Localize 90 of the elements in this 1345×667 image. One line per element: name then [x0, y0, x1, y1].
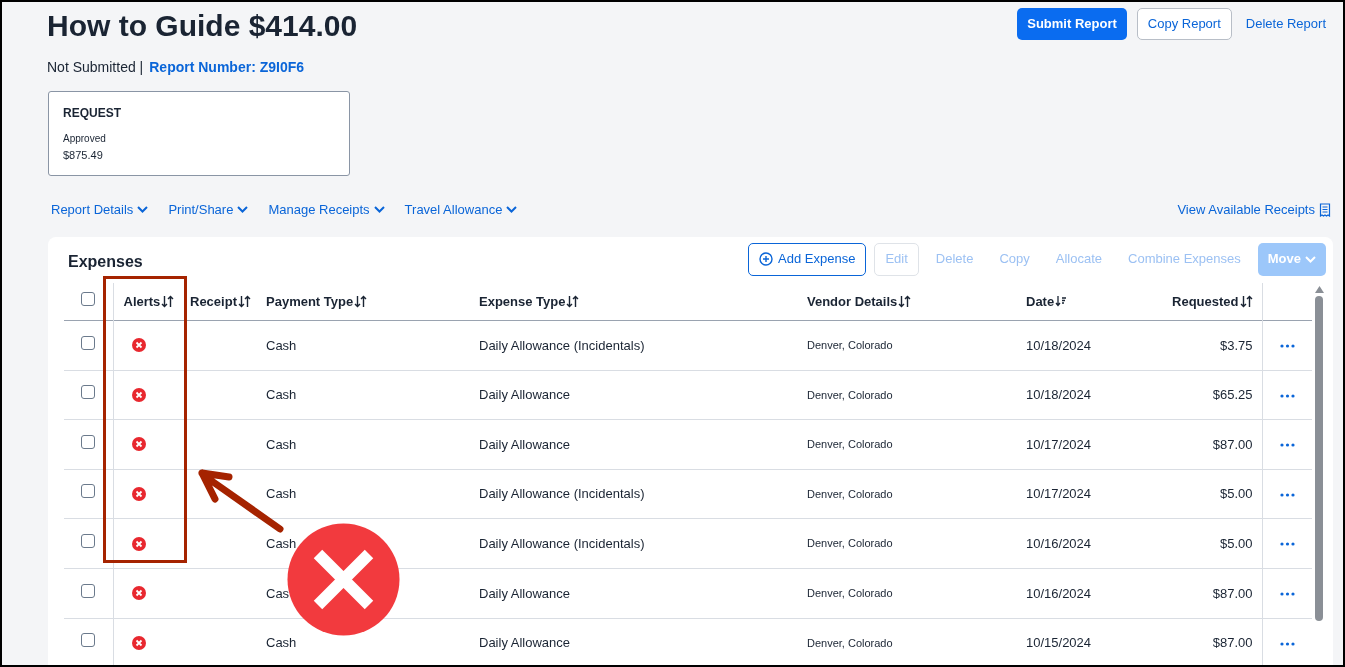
plus-circle-icon: [759, 252, 774, 266]
checkbox[interactable]: [81, 291, 96, 306]
table-cell: Denver, Colorado: [807, 388, 893, 401]
checkbox[interactable]: [81, 434, 96, 449]
table-cell: Daily Allowance (Incidentals): [479, 486, 645, 502]
menu-link[interactable]: Manage Receipts: [268, 200, 385, 220]
request-card[interactable]: REQUEST Approved $875.49: [48, 91, 350, 176]
table-cell: 10/16/2024: [1026, 585, 1092, 601]
checkbox[interactable]: [81, 335, 96, 350]
table-cell: Daily Allowance: [479, 585, 571, 601]
column-header[interactable]: Payment Type: [266, 291, 368, 311]
table-cell: Denver, Colorado: [807, 537, 893, 550]
table-cell: $87.00: [1212, 635, 1253, 651]
table-cell: 10/17/2024: [1026, 436, 1092, 452]
table-cell: $3.75: [1219, 337, 1253, 353]
chevron-down-icon: [1305, 255, 1316, 263]
checkbox[interactable]: [81, 484, 96, 499]
checkbox[interactable]: [81, 533, 96, 548]
sort-descending-icon: [1055, 295, 1068, 308]
table-cell: $87.00: [1212, 436, 1253, 452]
more-icon[interactable]: [1279, 344, 1295, 349]
submit-button[interactable]: Submit Report: [1017, 8, 1127, 40]
table-cell: 10/17/2024: [1026, 486, 1092, 502]
chevron-down-icon: [237, 206, 249, 214]
card-title: REQUEST: [63, 105, 122, 122]
table-cell: Denver, Colorado: [807, 487, 893, 500]
table-cell: Denver, Colorado: [807, 636, 893, 649]
more-icon[interactable]: [1279, 492, 1295, 497]
copy-button[interactable]: Copy Report: [1136, 8, 1232, 40]
sort-icon: [354, 294, 368, 308]
table-cell: Cash: [266, 436, 297, 452]
menu-link[interactable]: Travel Allowance: [404, 200, 518, 220]
table-cell: Cash: [266, 337, 297, 353]
more-icon[interactable]: [1279, 393, 1295, 398]
menu-link[interactable]: Print/Share: [168, 200, 249, 220]
sort-icon: [161, 294, 175, 308]
more-icon[interactable]: [1279, 641, 1295, 646]
table-cell: $5.00: [1219, 535, 1253, 551]
table-cell: 10/15/2024: [1026, 635, 1092, 651]
chevron-down-icon: [373, 206, 385, 214]
table-cell: 10/16/2024: [1026, 535, 1092, 551]
checkbox[interactable]: [81, 633, 96, 648]
more-icon[interactable]: [1279, 542, 1295, 547]
table-cell: Denver, Colorado: [807, 587, 893, 599]
chevron-down-icon: [137, 206, 149, 214]
table-cell: Daily Allowance: [479, 436, 571, 452]
column-header[interactable]: Receipt: [190, 291, 251, 311]
receipt-icon: [1319, 202, 1331, 217]
column-header[interactable]: Vendor Details: [807, 291, 912, 311]
table-cell: Cash: [266, 635, 297, 651]
table-cell: Denver, Colorado: [807, 339, 893, 352]
scroll-up-icon[interactable]: [1314, 285, 1324, 293]
report-status: Not Submitted |: [47, 58, 144, 77]
column-header[interactable]: Requested: [1172, 291, 1253, 311]
sort-icon: [237, 294, 251, 308]
card-amount: $875.49: [63, 148, 104, 163]
table-cell: Daily Allowance: [479, 387, 571, 403]
table-cell: Cash: [266, 387, 297, 403]
sort-icon: [898, 294, 912, 308]
more-icon[interactable]: [1279, 443, 1295, 448]
menu-link[interactable]: Report Details: [51, 200, 149, 220]
view-receipts-link[interactable]: View Available Receipts: [1177, 200, 1331, 220]
scroll-thumb[interactable]: [1315, 295, 1323, 621]
report-title: How to Guide $414.00: [47, 8, 358, 44]
checkbox[interactable]: [81, 583, 96, 598]
column-header[interactable]: Alerts: [123, 291, 175, 311]
table-cell: 10/18/2024: [1026, 387, 1092, 403]
sort-icon: [566, 294, 580, 308]
more-icon[interactable]: [1279, 592, 1295, 597]
section-title: Expenses: [68, 252, 143, 272]
table-cell: $5.00: [1219, 486, 1253, 502]
add-expense-button[interactable]: Add Expense: [748, 242, 867, 276]
card-status: Approved: [63, 132, 107, 146]
table-cell: Daily Allowance: [479, 635, 571, 651]
table-cell: Cash: [266, 486, 297, 502]
column-header[interactable]: Date: [1026, 291, 1068, 311]
column-header[interactable]: Expense Type: [479, 291, 580, 311]
table-cell: $87.00: [1212, 585, 1253, 601]
table-cell: Daily Allowance (Incidentals): [479, 535, 645, 551]
sort-icon: [1239, 294, 1253, 308]
table-cell: Cas: [266, 585, 290, 601]
table-cell: Cash: [266, 535, 297, 551]
table-cell: Denver, Colorado: [807, 438, 893, 451]
table-cell: Daily Allowance (Incidentals): [479, 337, 645, 353]
table-cell: 10/18/2024: [1026, 337, 1092, 353]
checkbox[interactable]: [81, 385, 96, 400]
table-cell: $65.25: [1212, 387, 1253, 403]
delete-report-link[interactable]: Delete Report: [1241, 8, 1330, 40]
report-number-link[interactable]: Report Number: Z9I0F6: [149, 57, 305, 78]
chevron-down-icon: [506, 206, 518, 214]
